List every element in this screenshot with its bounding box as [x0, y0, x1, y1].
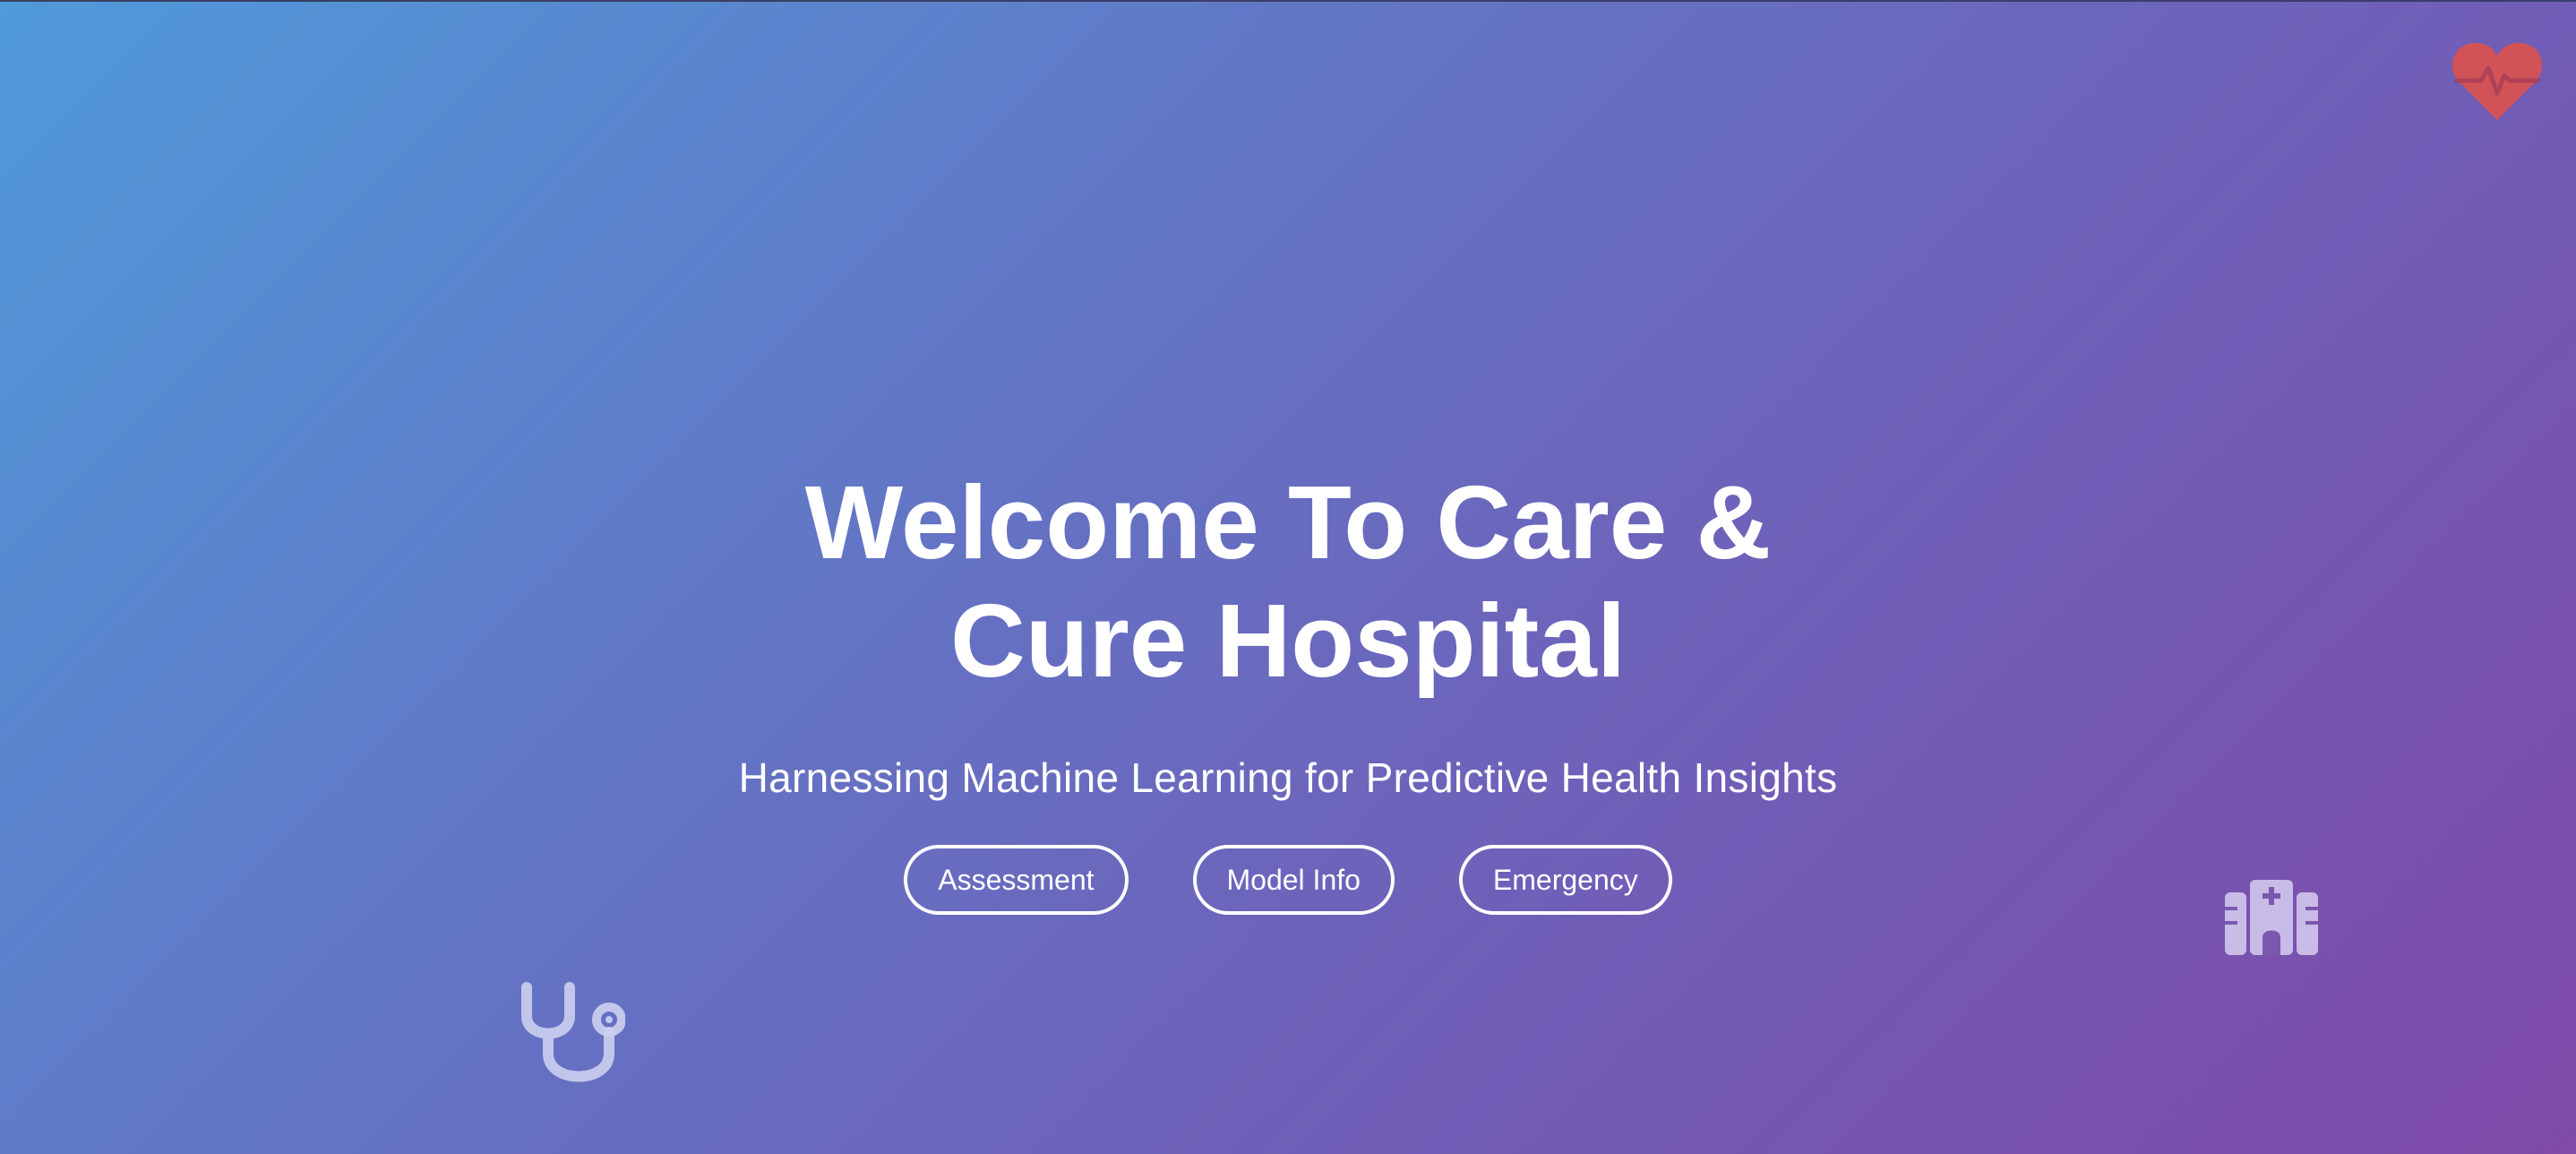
- model-info-button[interactable]: Model Info: [1192, 845, 1395, 915]
- hero-section: Welcome To Care & Cure Hospital Harnessi…: [0, 0, 2576, 1154]
- heartbeat-icon: [2451, 42, 2543, 120]
- hero-content: Welcome To Care & Cure Hospital Harnessi…: [0, 463, 2576, 915]
- hospital-icon: [2225, 880, 2318, 955]
- page-subtitle: Harnessing Machine Learning for Predicti…: [738, 754, 1838, 801]
- page-title: Welcome To Care & Cure Hospital: [804, 464, 1772, 699]
- stethoscope-icon: [521, 982, 625, 1082]
- hero-actions: Assessment Model Info Emergency: [0, 845, 2576, 915]
- emergency-button[interactable]: Emergency: [1458, 845, 1672, 915]
- assessment-button[interactable]: Assessment: [904, 845, 1129, 915]
